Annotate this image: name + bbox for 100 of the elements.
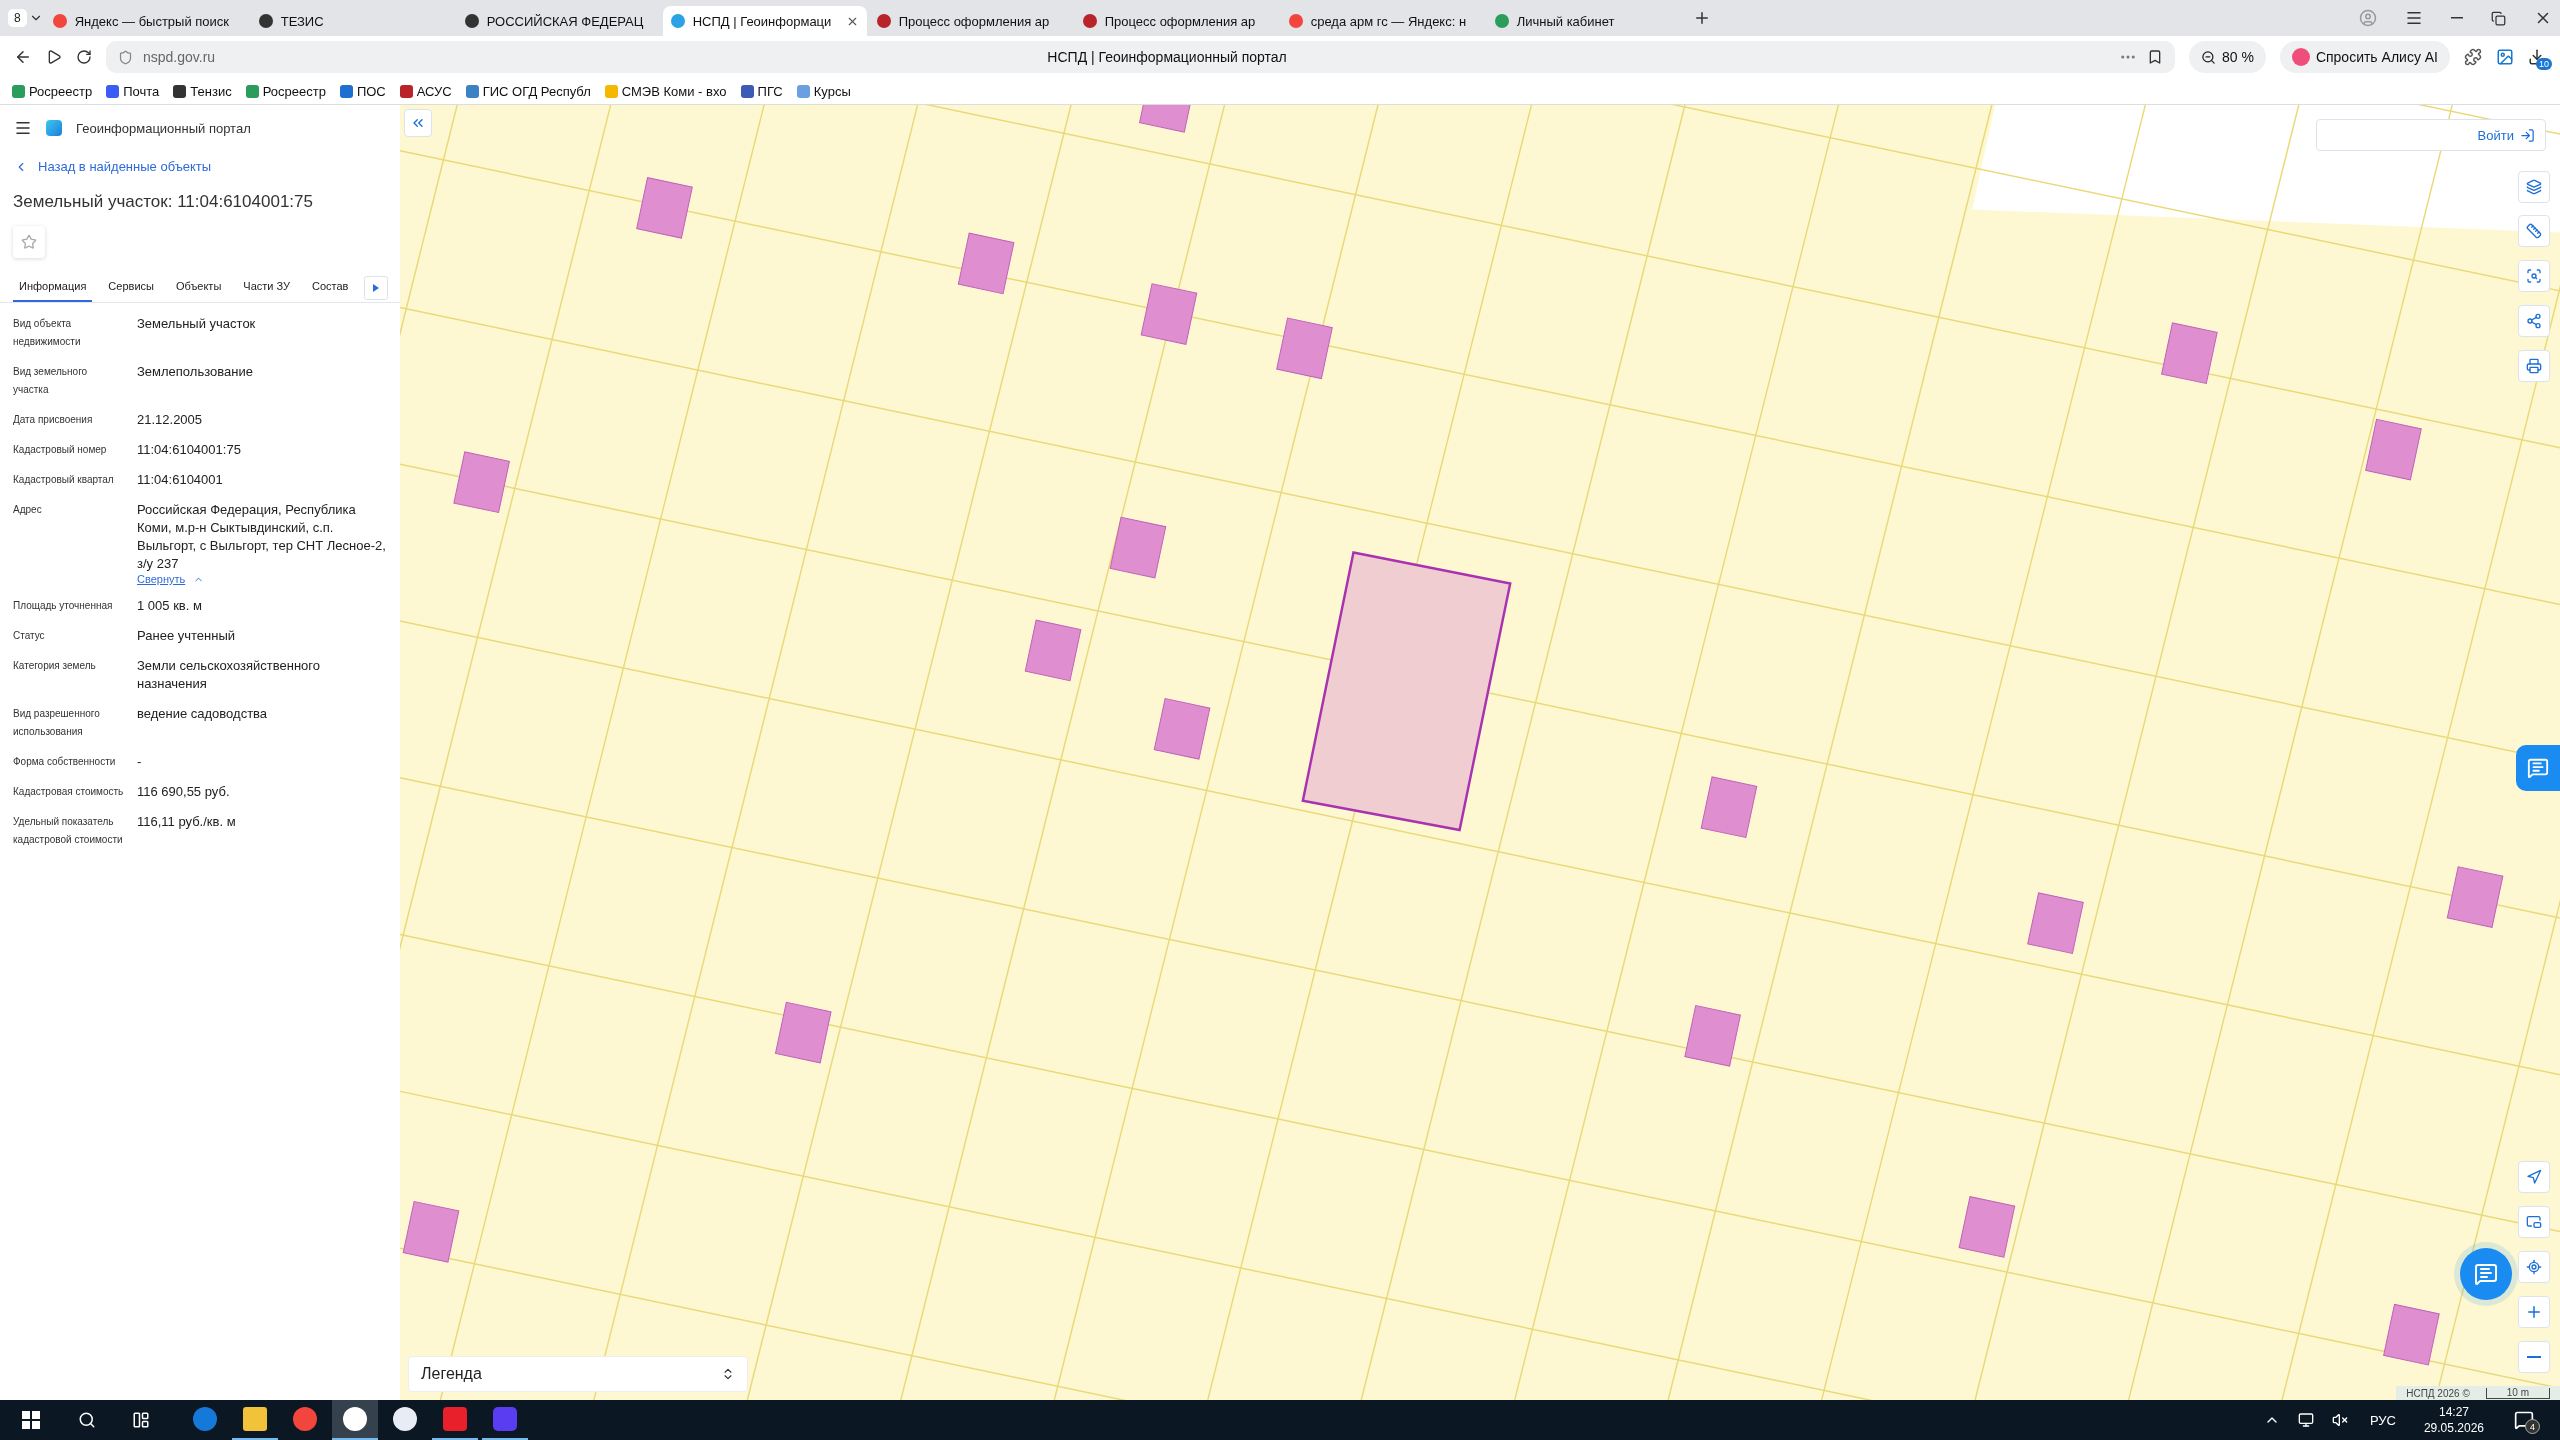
address-field[interactable]: nspd.gov.ru: [143, 49, 216, 65]
collapse-link[interactable]: Свернуть: [137, 573, 387, 585]
property-label: Статус: [13, 629, 46, 643]
property-label: Кадастровый номер: [13, 443, 108, 457]
object-title: Земельный участок: 11:04:6104001:75: [13, 192, 314, 212]
property-label: Кадастровая стоимость: [13, 785, 125, 799]
info-tab[interactable]: Сервисы: [102, 274, 160, 302]
plus-icon: [2525, 1303, 2543, 1321]
extension-icon[interactable]: [2464, 48, 2482, 66]
ruler-icon: [2526, 223, 2542, 239]
zoom-button[interactable]: 80 %: [2188, 41, 2266, 73]
bookmark-link[interactable]: Росреестр: [245, 83, 326, 99]
browser-tab[interactable]: Яндекс — быстрый поиск: [44, 6, 249, 36]
property-value: Земельный участок: [137, 315, 257, 333]
locate-button[interactable]: [2518, 1251, 2550, 1283]
image-icon[interactable]: [2496, 48, 2514, 66]
bookmark-link[interactable]: ПГС: [740, 83, 783, 99]
property-value: 1 005 кв. м: [137, 597, 203, 615]
zoom-icon: [2200, 49, 2216, 65]
app-icon: [393, 1407, 417, 1431]
minimize-icon[interactable]: [2451, 17, 2463, 19]
windows-start-icon[interactable]: [22, 1411, 40, 1429]
legend-dropdown[interactable]: Легенда: [408, 1356, 748, 1392]
browser-tab[interactable]: Личный кабинет: [1486, 6, 1691, 36]
navigate-button[interactable]: [2518, 1161, 2550, 1193]
property-value: 11:04:6104001:75: [137, 441, 242, 459]
search-icon[interactable]: [78, 1411, 96, 1429]
network-icon[interactable]: [2297, 1412, 2314, 1428]
app-icon: [443, 1407, 467, 1431]
minus-icon: [2527, 1356, 2541, 1358]
volume-muted-icon[interactable]: [2331, 1412, 2348, 1428]
alice-icon: [2291, 48, 2310, 66]
back-link[interactable]: Назад в найденные объекты: [14, 159, 386, 174]
reload-icon[interactable]: [76, 49, 92, 65]
layers-icon: [2526, 179, 2542, 195]
property-label: Дата присвоения: [13, 413, 94, 427]
property-label: Категория земель: [13, 659, 97, 673]
browser-tab[interactable]: среда арм гс — Яндекс: н: [1280, 6, 1485, 36]
notifications-icon[interactable]: [2514, 1410, 2534, 1430]
property-label: Кадастровый квартал: [13, 473, 115, 487]
folder-icon: [243, 1407, 267, 1431]
shield-icon: [118, 49, 133, 65]
clock[interactable]: 14:27 29.05.2026: [2423, 1404, 2484, 1436]
task-view-icon[interactable]: [132, 1411, 150, 1429]
bookmark-link[interactable]: Курсы: [796, 83, 851, 99]
property-value: 116,11 руб./кв. м: [137, 813, 237, 831]
info-tab[interactable]: Части ЗУ: [237, 274, 296, 302]
bookmark-link[interactable]: ГИС ОГД Республ: [465, 83, 591, 99]
bookmark-link[interactable]: ПОС: [339, 83, 386, 99]
ruler-button[interactable]: [2518, 215, 2550, 247]
browser-icon: [193, 1407, 217, 1431]
menu-icon[interactable]: [2405, 9, 2423, 27]
info-tab[interactable]: Информация: [13, 274, 93, 302]
tab-counter[interactable]: 8: [8, 9, 27, 27]
caret-right-icon: [373, 284, 380, 292]
property-value: Ранее учтенный: [137, 627, 236, 645]
star-icon: [21, 234, 37, 250]
login-button[interactable]: Войти: [2316, 119, 2546, 151]
restore-icon[interactable]: [2491, 10, 2506, 26]
back-icon[interactable]: [14, 48, 32, 66]
property-value: 21.12.2005: [137, 411, 204, 429]
collapse-panel-button[interactable]: [404, 109, 432, 137]
navigation-arrow-icon: [2526, 1169, 2542, 1185]
portal-title: Геоинформационный портал: [76, 120, 251, 136]
portal-logo-icon: [46, 120, 62, 136]
layers-button[interactable]: [2518, 171, 2550, 203]
property-value: ведение садоводства: [137, 705, 269, 723]
next-tab-button[interactable]: [364, 276, 389, 300]
bookmark-link[interactable]: Почта: [106, 83, 160, 99]
attribution-text: НСПД 2026 ©: [2406, 1387, 2470, 1399]
feedback-button[interactable]: [2516, 745, 2560, 791]
zoom-out-button[interactable]: [2518, 1341, 2550, 1373]
zoom-in-button[interactable]: [2518, 1296, 2550, 1328]
browser-tab[interactable]: РОССИЙСКАЯ ФЕДЕРАЦ: [456, 6, 661, 36]
area-select-button[interactable]: [2518, 260, 2550, 292]
language-indicator[interactable]: РУС: [2369, 1412, 2396, 1428]
minimap-button[interactable]: [2518, 1206, 2550, 1238]
bookmark-link[interactable]: СМЭВ Коми - вхо: [604, 83, 727, 99]
browser-tab[interactable]: Процесс оформления ар: [868, 6, 1073, 36]
share-button[interactable]: [2518, 305, 2550, 337]
app-icon: [493, 1407, 517, 1431]
print-button[interactable]: [2518, 350, 2550, 382]
property-value: Российская Федерация, Республика Коми, м.р-н Сыктывдинский, с.п. Выльгорт, с Выльгорт, тер СНТ Лесное-2, з/у 237: [137, 501, 387, 573]
alice-button[interactable]: Спросить Алису AI: [2279, 41, 2450, 73]
browser-tab[interactable]: ТЕЗИС: [250, 6, 455, 36]
notification-count: 4: [2525, 1419, 2540, 1434]
property-value: -: [137, 753, 143, 771]
info-tab[interactable]: Объекты: [169, 274, 228, 302]
menu-icon[interactable]: [14, 119, 32, 137]
browser-tab[interactable]: Процесс оформления ар: [1074, 6, 1279, 36]
property-label: Вид земельного участка: [13, 365, 89, 397]
bookmark-link[interactable]: Тензис: [173, 83, 232, 99]
browser-tab[interactable]: НСПД | Геоинформаци: [662, 6, 867, 36]
info-tab[interactable]: Состав: [306, 274, 355, 302]
printer-icon: [2526, 358, 2542, 374]
scale-bar: 10 m: [2485, 1387, 2550, 1399]
bookmark-link[interactable]: Росреестр: [12, 83, 93, 99]
bookmark-link[interactable]: АСУС: [399, 83, 452, 99]
taskbar-app-button[interactable]: [332, 1400, 378, 1440]
property-value: Землепользование: [137, 363, 254, 381]
